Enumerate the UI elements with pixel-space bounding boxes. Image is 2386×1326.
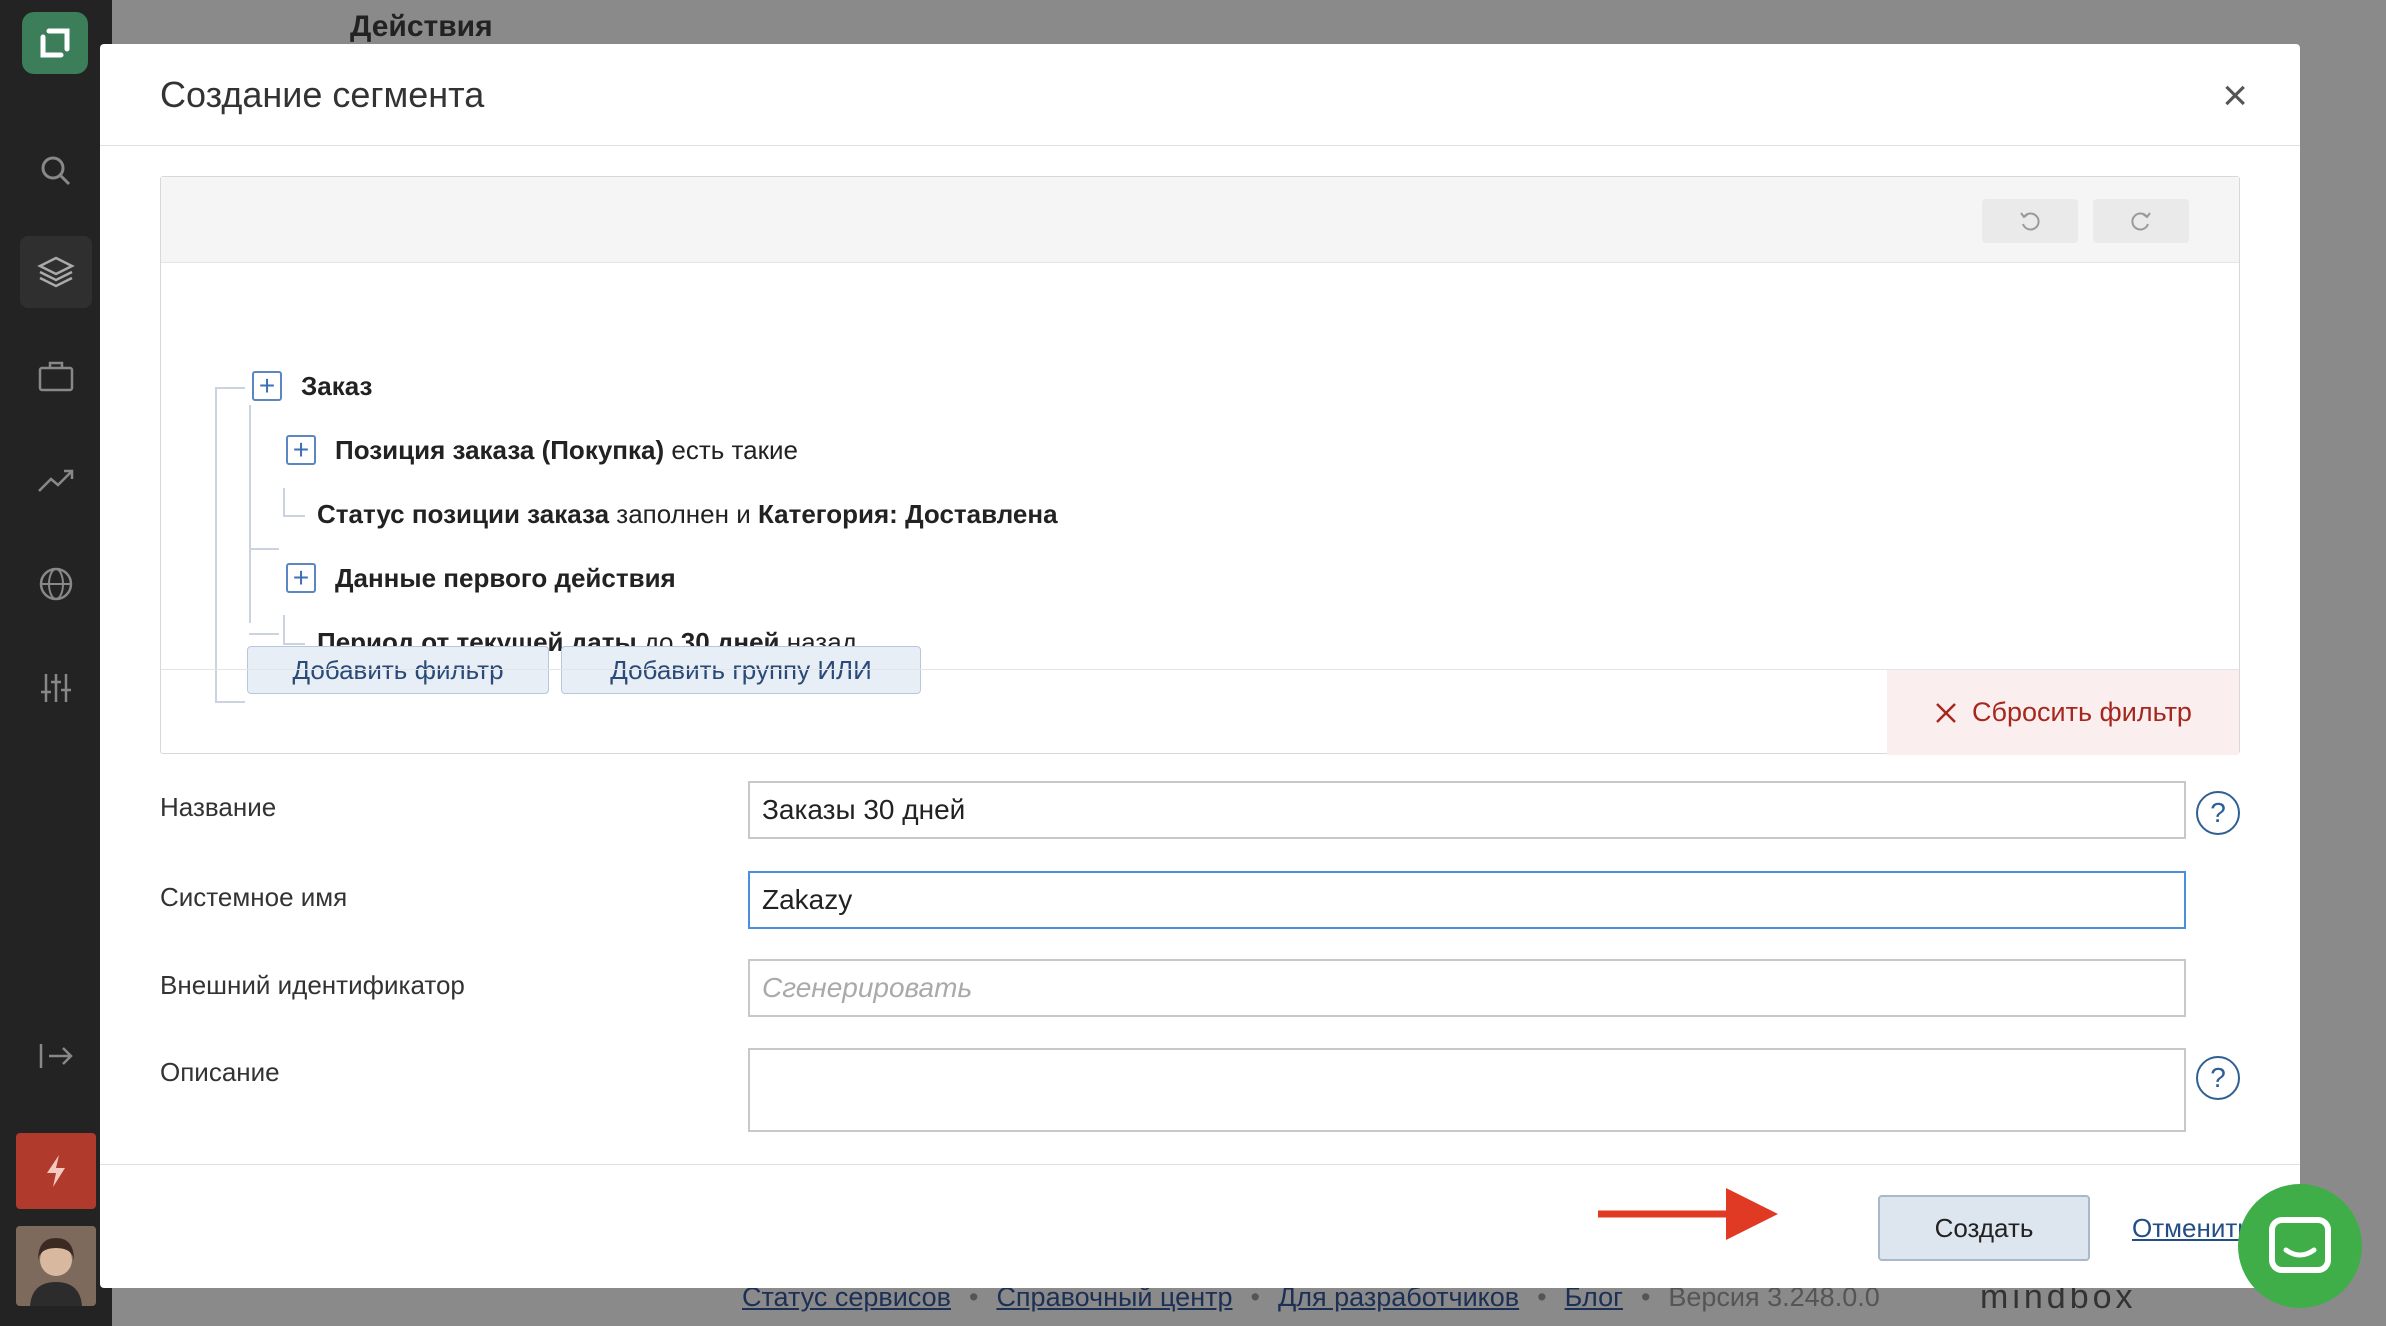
filter-tree: + Заказ + Позиция заказа (Покупка) есть … [161,263,2239,703]
create-segment-modal: Создание сегмента × + Заказ + Позиция за… [100,44,2300,1288]
avatar[interactable] [16,1226,96,1306]
briefcase-icon[interactable] [20,340,92,412]
logout-icon[interactable] [20,1020,92,1092]
trend-icon[interactable] [20,444,92,516]
chat-icon [2269,1217,2331,1273]
expand-order-button[interactable]: + [252,371,282,401]
tree-node-order-item[interactable]: Позиция заказа (Покупка) есть такие [335,435,798,466]
expand-first-action-button[interactable]: + [286,563,316,593]
reset-filter-button[interactable]: Сбросить фильтр [1887,670,2239,755]
logo-icon[interactable] [22,12,88,74]
modal-footer: Создать Отменить [100,1164,2300,1288]
arrow-annotation-icon [1598,1188,1778,1240]
chat-widget-button[interactable] [2238,1184,2362,1308]
close-icon [1936,702,1956,723]
cancel-link[interactable]: Отменить [2132,1213,2251,1244]
expand-order-item-button[interactable]: + [286,435,316,465]
layers-icon[interactable] [20,236,92,308]
tree-node-order[interactable]: Заказ [301,371,372,402]
flash-icon[interactable] [16,1133,96,1209]
filter-toolbar [161,177,2239,263]
tree-condition-status[interactable]: Статус позиции заказа заполнен и Категор… [317,499,1058,530]
plus-icon: + [258,370,276,401]
redo-icon [2131,212,2151,231]
undo-button[interactable] [1982,199,2078,243]
help-icon[interactable]: ? [2196,1056,2240,1100]
search-icon[interactable] [20,135,92,207]
globe-icon[interactable] [20,548,92,620]
tree-node-first-action[interactable]: Данные первого действия [335,563,676,594]
help-icon[interactable]: ? [2196,791,2240,835]
description-textarea[interactable] [748,1048,2186,1132]
create-button[interactable]: Создать [1878,1195,2090,1261]
redo-button[interactable] [2093,199,2189,243]
sliders-icon[interactable] [20,652,92,724]
name-label: Название [160,792,277,822]
plus-icon: + [292,562,310,593]
modal-title: Создание сегмента [160,73,485,115]
reset-filter-label: Сбросить фильтр [1972,697,2192,727]
page-section-title: Действия [350,10,493,43]
external-id-input[interactable]: Сгенерировать [748,959,2186,1017]
modal-header: Создание сегмента [100,44,2300,146]
filter-footer: Сбросить фильтр [161,669,2239,755]
system-name-input[interactable]: Zakazy [748,871,2186,929]
system-name-label: Системное имя [160,882,348,912]
description-label: Описание [160,1057,280,1087]
close-icon[interactable]: × [2222,74,2248,118]
name-input[interactable]: Заказы 30 дней [748,781,2186,839]
external-id-label: Внешний идентификатор [160,970,465,1000]
sidebar [0,0,112,1326]
external-id-placeholder: Сгенерировать [762,972,973,1003]
undo-icon [2020,212,2040,231]
plus-icon: + [292,434,310,465]
filter-box: + Заказ + Позиция заказа (Покупка) есть … [160,176,2240,755]
